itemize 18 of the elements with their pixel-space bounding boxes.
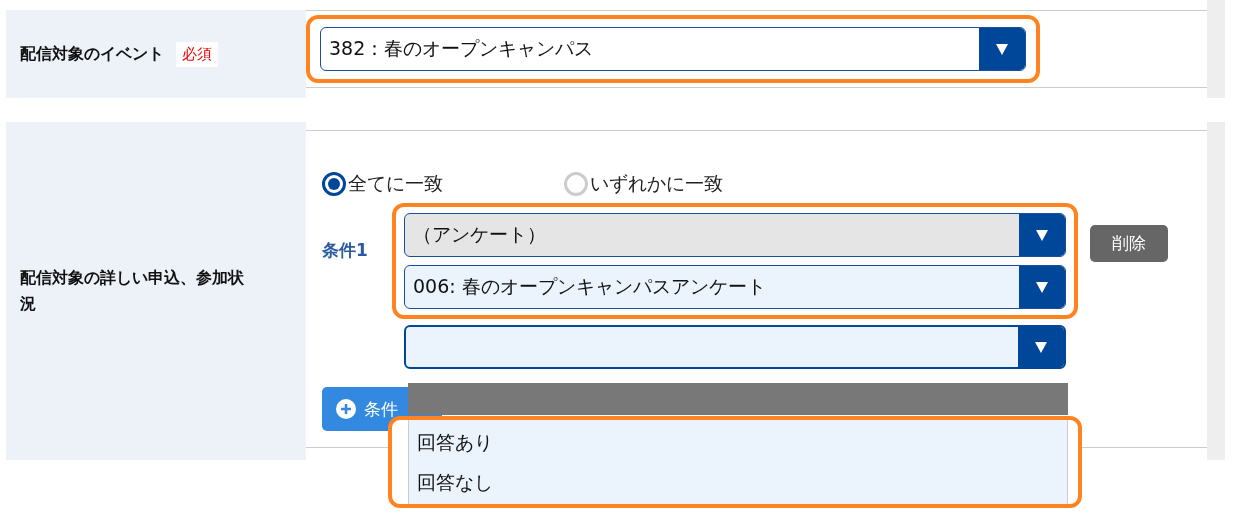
dropdown-arrow-icon [1034,340,1048,354]
dropdown-arrow-icon [995,42,1009,56]
radio-option[interactable]: 全てに一致 [322,171,564,197]
select-field[interactable]: 382：春のオープンキャンパス [320,27,1026,71]
select-field[interactable]: 006: 春のオープンキャンパスアンケート [404,265,1066,309]
radio-label: いずれかに一致 [590,171,723,196]
radio-option[interactable]: いずれかに一致 [564,171,806,197]
radio-label: 全てに一致 [348,171,443,196]
dropdown-arrow-icon [1035,228,1049,242]
delete-button[interactable]: 削除 [1090,225,1168,262]
field-label: 配信対象のイベント [20,43,164,66]
dropdown-option[interactable]: 回答なし [409,462,1067,502]
field-label: 配信対象の詳しい申込、参加状況 [20,267,245,315]
select-field[interactable] [404,325,1066,369]
dropdown-arrow-icon [1035,280,1049,294]
condition-label: 条件1 [322,239,369,262]
plus-icon [336,399,356,419]
required-badge: 必須 [176,41,218,67]
